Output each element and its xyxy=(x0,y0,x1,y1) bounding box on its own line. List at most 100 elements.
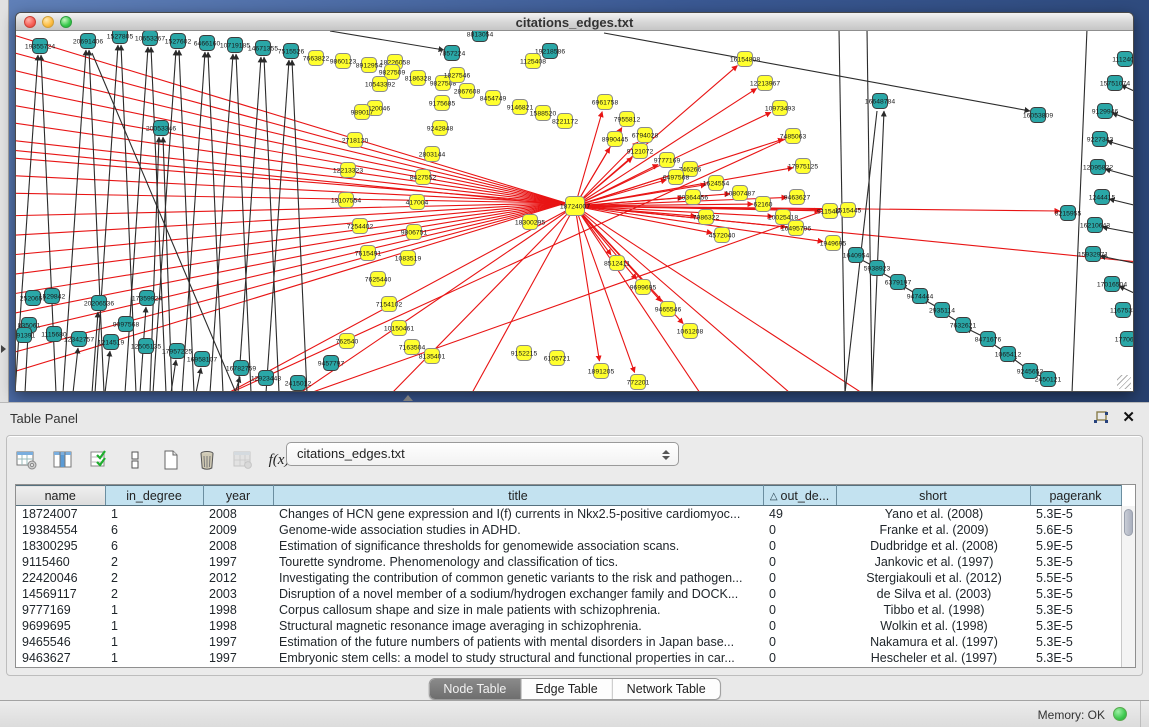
cell-pagerank[interactable]: 5.5E-5 xyxy=(1030,570,1121,586)
cell-short[interactable]: Franke et al. (2009) xyxy=(836,522,1030,538)
cell-in_degree[interactable]: 2 xyxy=(105,570,203,586)
cell-title[interactable]: Investigating the contribution of common… xyxy=(273,570,763,586)
cell-short[interactable]: Hescheler et al. (1997) xyxy=(836,650,1030,666)
table-scrollbar-thumb[interactable] xyxy=(1124,509,1133,536)
cell-year[interactable]: 2008 xyxy=(203,506,273,522)
cell-in_degree[interactable]: 1 xyxy=(105,506,203,522)
cell-title[interactable]: Estimation of significance thresholds fo… xyxy=(273,538,763,554)
citation-network-graph[interactable]: 1935572420691406152780510653267152760264… xyxy=(16,31,1133,391)
column-header-in_degree[interactable]: in_degree xyxy=(105,486,203,506)
cell-year[interactable]: 2009 xyxy=(203,522,273,538)
cell-name[interactable]: 14569117 xyxy=(16,586,105,602)
cell-out_de[interactable]: 0 xyxy=(763,618,836,634)
window-resize-grip[interactable] xyxy=(1117,375,1131,389)
cell-title[interactable]: Changes of HCN gene expression and I(f) … xyxy=(273,506,763,522)
cell-year[interactable]: 1997 xyxy=(203,650,273,666)
float-window-icon[interactable] xyxy=(1093,411,1109,425)
cell-title[interactable]: Estimation of the future numbers of pati… xyxy=(273,634,763,650)
cell-pagerank[interactable]: 5.3E-5 xyxy=(1030,650,1121,666)
table-scrollbar[interactable] xyxy=(1121,506,1135,667)
table-selector-dropdown[interactable]: citations_edges.txt xyxy=(286,442,679,466)
cell-in_degree[interactable]: 1 xyxy=(105,602,203,618)
cell-pagerank[interactable]: 5.3E-5 xyxy=(1030,586,1121,602)
cell-year[interactable]: 1998 xyxy=(203,602,273,618)
table-row[interactable]: 946554611997Estimation of the future num… xyxy=(16,634,1121,650)
delete-column-icon[interactable] xyxy=(195,448,219,472)
cell-year[interactable]: 2008 xyxy=(203,538,273,554)
cell-year[interactable]: 2003 xyxy=(203,586,273,602)
cell-title[interactable]: Genome-wide association studies in ADHD. xyxy=(273,522,763,538)
column-header-pagerank[interactable]: pagerank xyxy=(1030,486,1121,506)
cell-out_de[interactable]: 0 xyxy=(763,586,836,602)
cell-in_degree[interactable]: 2 xyxy=(105,554,203,570)
cell-name[interactable]: 19384554 xyxy=(16,522,105,538)
cell-in_degree[interactable]: 1 xyxy=(105,618,203,634)
tab-node-table[interactable]: Node Table xyxy=(429,679,521,699)
cell-in_degree[interactable]: 6 xyxy=(105,522,203,538)
cell-out_de[interactable]: 0 xyxy=(763,554,836,570)
splitter-collapse-icon[interactable] xyxy=(1,345,6,353)
cell-title[interactable]: Embryonic stem cells: a model to study s… xyxy=(273,650,763,666)
table-row[interactable]: 1938455462009Genome-wide association stu… xyxy=(16,522,1121,538)
table-row[interactable]: 1830029562008Estimation of significance … xyxy=(16,538,1121,554)
table-row[interactable]: 946362711997Embryonic stem cells: a mode… xyxy=(16,650,1121,666)
cell-in_degree[interactable]: 2 xyxy=(105,586,203,602)
tab-network-table[interactable]: Network Table xyxy=(613,679,720,699)
cell-out_de[interactable]: 0 xyxy=(763,650,836,666)
cell-out_de[interactable]: 0 xyxy=(763,538,836,554)
table-row[interactable]: 2242004622012Investigating the contribut… xyxy=(16,570,1121,586)
cell-title[interactable]: Structural magnetic resonance image aver… xyxy=(273,618,763,634)
delete-table-icon[interactable] xyxy=(231,448,255,472)
show-columns-icon[interactable] xyxy=(51,448,75,472)
split-pane-expand-icon[interactable] xyxy=(403,395,413,401)
close-panel-icon[interactable]: ✕ xyxy=(1122,408,1135,426)
cell-name[interactable]: 18300295 xyxy=(16,538,105,554)
table-row[interactable]: 911546021997Tourette syndrome. Phenomeno… xyxy=(16,554,1121,570)
cell-year[interactable]: 2012 xyxy=(203,570,273,586)
cell-year[interactable]: 1997 xyxy=(203,554,273,570)
cell-title[interactable]: Corpus callosum shape and size in male p… xyxy=(273,602,763,618)
cell-short[interactable]: Wolkin et al. (1998) xyxy=(836,618,1030,634)
cell-name[interactable]: 22420046 xyxy=(16,570,105,586)
cell-in_degree[interactable]: 6 xyxy=(105,538,203,554)
cell-out_de[interactable]: 0 xyxy=(763,522,836,538)
column-header-name[interactable]: name xyxy=(16,486,105,506)
cell-out_de[interactable]: 0 xyxy=(763,570,836,586)
table-row[interactable]: 1456911722003Disruption of a novel membe… xyxy=(16,586,1121,602)
cell-short[interactable]: Tibbo et al. (1998) xyxy=(836,602,1030,618)
select-all-icon[interactable] xyxy=(87,448,111,472)
cell-short[interactable]: Stergiakouli et al. (2012) xyxy=(836,570,1030,586)
tab-edge-table[interactable]: Edge Table xyxy=(521,679,612,699)
cell-pagerank[interactable]: 5.6E-5 xyxy=(1030,522,1121,538)
cell-year[interactable]: 1997 xyxy=(203,634,273,650)
cell-name[interactable]: 9465546 xyxy=(16,634,105,650)
cell-title[interactable]: Tourette syndrome. Phenomenology and cla… xyxy=(273,554,763,570)
cell-short[interactable]: Yano et al. (2008) xyxy=(836,506,1030,522)
cell-pagerank[interactable]: 5.9E-5 xyxy=(1030,538,1121,554)
cell-out_de[interactable]: 0 xyxy=(763,602,836,618)
column-header-year[interactable]: year xyxy=(203,486,273,506)
cell-short[interactable]: Dudbridge et al. (2008) xyxy=(836,538,1030,554)
cell-name[interactable]: 9699695 xyxy=(16,618,105,634)
table-row[interactable]: 977716911998Corpus callosum shape and si… xyxy=(16,602,1121,618)
cell-name[interactable]: 18724007 xyxy=(16,506,105,522)
unselect-all-icon[interactable] xyxy=(123,448,147,472)
cell-in_degree[interactable]: 1 xyxy=(105,650,203,666)
cell-pagerank[interactable]: 5.3E-5 xyxy=(1030,618,1121,634)
network-canvas[interactable]: 1935572420691406152780510653267152760264… xyxy=(16,31,1133,391)
cell-short[interactable]: de Silva et al. (2003) xyxy=(836,586,1030,602)
cell-year[interactable]: 1998 xyxy=(203,618,273,634)
cell-short[interactable]: Nakamura et al. (1997) xyxy=(836,634,1030,650)
cell-name[interactable]: 9115460 xyxy=(16,554,105,570)
cell-out_de[interactable]: 49 xyxy=(763,506,836,522)
table-row[interactable]: 969969511998Structural magnetic resonanc… xyxy=(16,618,1121,634)
table-row[interactable]: 1872400712008Changes of HCN gene express… xyxy=(16,506,1121,522)
column-header-title[interactable]: title xyxy=(273,486,763,506)
cell-title[interactable]: Disruption of a novel member of a sodium… xyxy=(273,586,763,602)
cell-short[interactable]: Jankovic et al. (1997) xyxy=(836,554,1030,570)
cell-pagerank[interactable]: 5.3E-5 xyxy=(1030,554,1121,570)
cell-pagerank[interactable]: 5.3E-5 xyxy=(1030,602,1121,618)
column-header-short[interactable]: short xyxy=(836,486,1030,506)
column-header-out_de[interactable]: △out_de... xyxy=(763,486,836,506)
cell-in_degree[interactable]: 1 xyxy=(105,634,203,650)
